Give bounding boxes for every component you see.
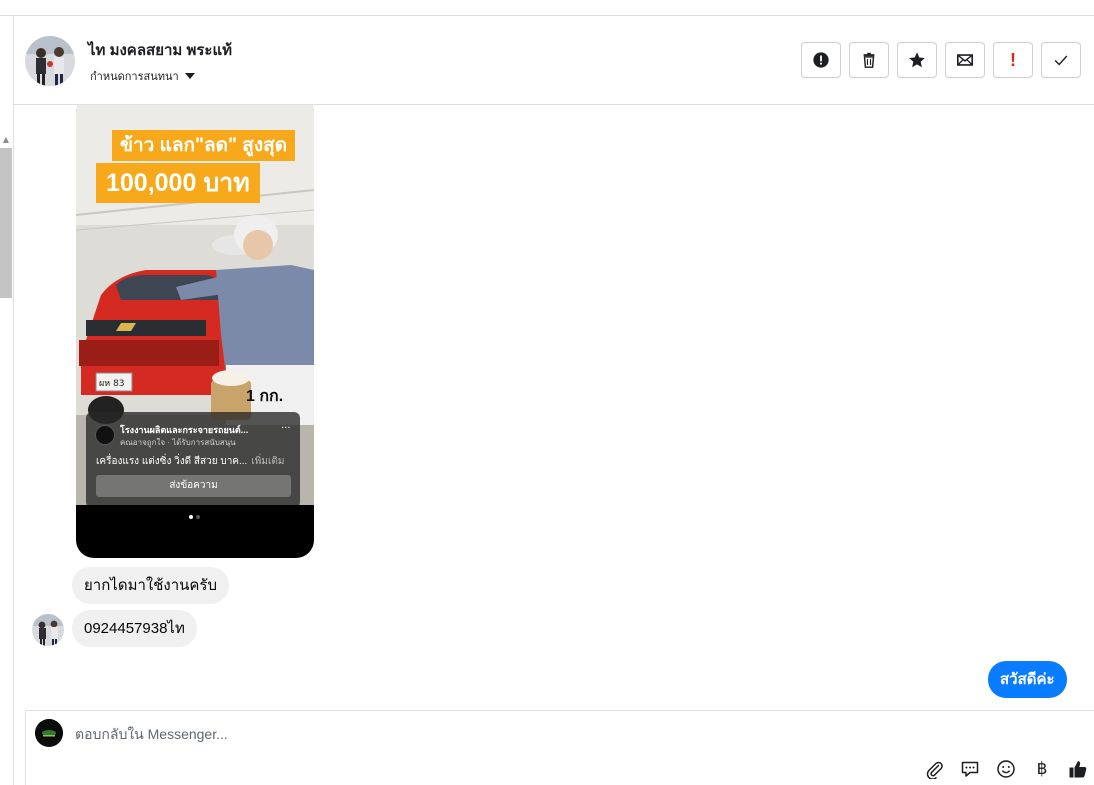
message-thread[interactable]: ผห 83 1 กก. ข้าว แลก"ลด" สูงสุด 100,000 … xyxy=(14,105,1094,710)
incoming-message[interactable]: ยากไดมาใช้งานครับ xyxy=(72,567,230,604)
page-avatar xyxy=(35,719,63,747)
sponsored-ad-overlay[interactable]: โรงงานผลิตและกระจายรถยนต์... ... คณอาจถู… xyxy=(86,412,300,505)
promo-banner-top: ข้าว แลก"ลด" สูงสุด xyxy=(112,130,296,161)
saved-replies-button[interactable] xyxy=(959,758,981,780)
mark-unread-button[interactable] xyxy=(945,42,985,78)
carousel-dots xyxy=(189,515,200,519)
avatar-photo-icon xyxy=(32,614,64,646)
carousel-dot xyxy=(196,515,200,519)
envelope-icon xyxy=(956,54,974,66)
header-actions: ! xyxy=(801,42,1081,78)
like-button[interactable] xyxy=(1067,758,1089,780)
rice-weight-label: 1 กก. xyxy=(246,388,283,405)
scroll-up-icon[interactable]: ▲ xyxy=(2,135,10,145)
advertiser-name: โรงงานผลิตและกระจายรถยนต์... xyxy=(120,425,249,435)
exclamation-circle-icon xyxy=(813,52,829,68)
sponsored-label: คณอาจถูกใจ · ได้รับการสนับสนุน xyxy=(120,438,236,447)
advertiser-logo xyxy=(95,425,115,445)
assign-conversation-dropdown[interactable]: กำหนดการสนทนา xyxy=(90,67,195,85)
reel-photo[interactable]: ผห 83 1 กก. ข้าว แลก"ลด" สูงสุด 100,000 … xyxy=(76,105,314,505)
baht-icon: ฿ xyxy=(1036,759,1048,779)
star-icon xyxy=(909,52,925,68)
ad-description: เครื่องแรง แต่งซิ่ง วิ่งดี สีสวย บาค... เ… xyxy=(96,454,284,469)
trash-icon xyxy=(863,52,875,68)
see-more-link[interactable]: เพิ่มเติม xyxy=(251,456,284,467)
chat-bubble-icon xyxy=(961,761,979,777)
carousel-dot xyxy=(189,515,193,519)
chevron-down-icon xyxy=(184,73,195,79)
reply-input[interactable] xyxy=(75,723,875,745)
composer-tools: ฿ xyxy=(923,758,1089,780)
send-message-button[interactable]: ส่งข้อความ xyxy=(96,475,291,497)
red-exclamation-icon: ! xyxy=(1010,49,1016,70)
emoji-button[interactable] xyxy=(995,758,1017,780)
payment-button[interactable]: ฿ xyxy=(1031,758,1053,780)
reply-composer: ฿ xyxy=(25,710,1094,785)
plate-label: ผห 83 xyxy=(99,379,125,389)
contact-name[interactable]: ไท มงคลสยาม พระแท้ xyxy=(88,38,232,62)
smiley-icon xyxy=(997,760,1015,778)
mark-done-button[interactable] xyxy=(1041,42,1081,78)
shared-reel-attachment[interactable]: ผห 83 1 กก. ข้าว แลก"ลด" สูงสุด 100,000 … xyxy=(76,105,314,558)
report-button[interactable] xyxy=(801,42,841,78)
left-scrollbar[interactable]: ▲ xyxy=(0,16,14,785)
sender-avatar[interactable] xyxy=(32,614,64,646)
scroll-thumb[interactable] xyxy=(0,148,12,298)
follow-up-button[interactable]: ! xyxy=(993,42,1033,78)
outgoing-message[interactable]: สวัสดีค่ะ xyxy=(988,661,1067,698)
contact-avatar[interactable] xyxy=(25,36,75,86)
more-options-icon[interactable]: ... xyxy=(281,420,291,431)
promo-banner-amount: 100,000 บาท xyxy=(96,163,260,203)
delete-button[interactable] xyxy=(849,42,889,78)
paperclip-icon xyxy=(926,761,943,779)
attach-button[interactable] xyxy=(923,758,945,780)
top-strip xyxy=(0,0,1094,16)
star-button[interactable] xyxy=(897,42,937,78)
ad-description-text: เครื่องแรง แต่งซิ่ง วิ่งดี สีสวย บาค... xyxy=(96,456,248,467)
page-logo-icon xyxy=(35,719,63,747)
avatar-photo-icon xyxy=(25,36,75,86)
incoming-message[interactable]: 0924457938ไท xyxy=(72,610,197,647)
checkmark-icon xyxy=(1054,55,1068,66)
assign-label: กำหนดการสนทนา xyxy=(90,71,179,83)
messenger-inbox: ▲ ไท มงคลสยาม พระแท้ กำหนดการสนทนา ! ผห … xyxy=(0,0,1094,785)
conversation-header: ไท มงคลสยาม พระแท้ กำหนดการสนทนา ! xyxy=(14,16,1094,105)
thumbs-up-icon xyxy=(1069,761,1087,778)
